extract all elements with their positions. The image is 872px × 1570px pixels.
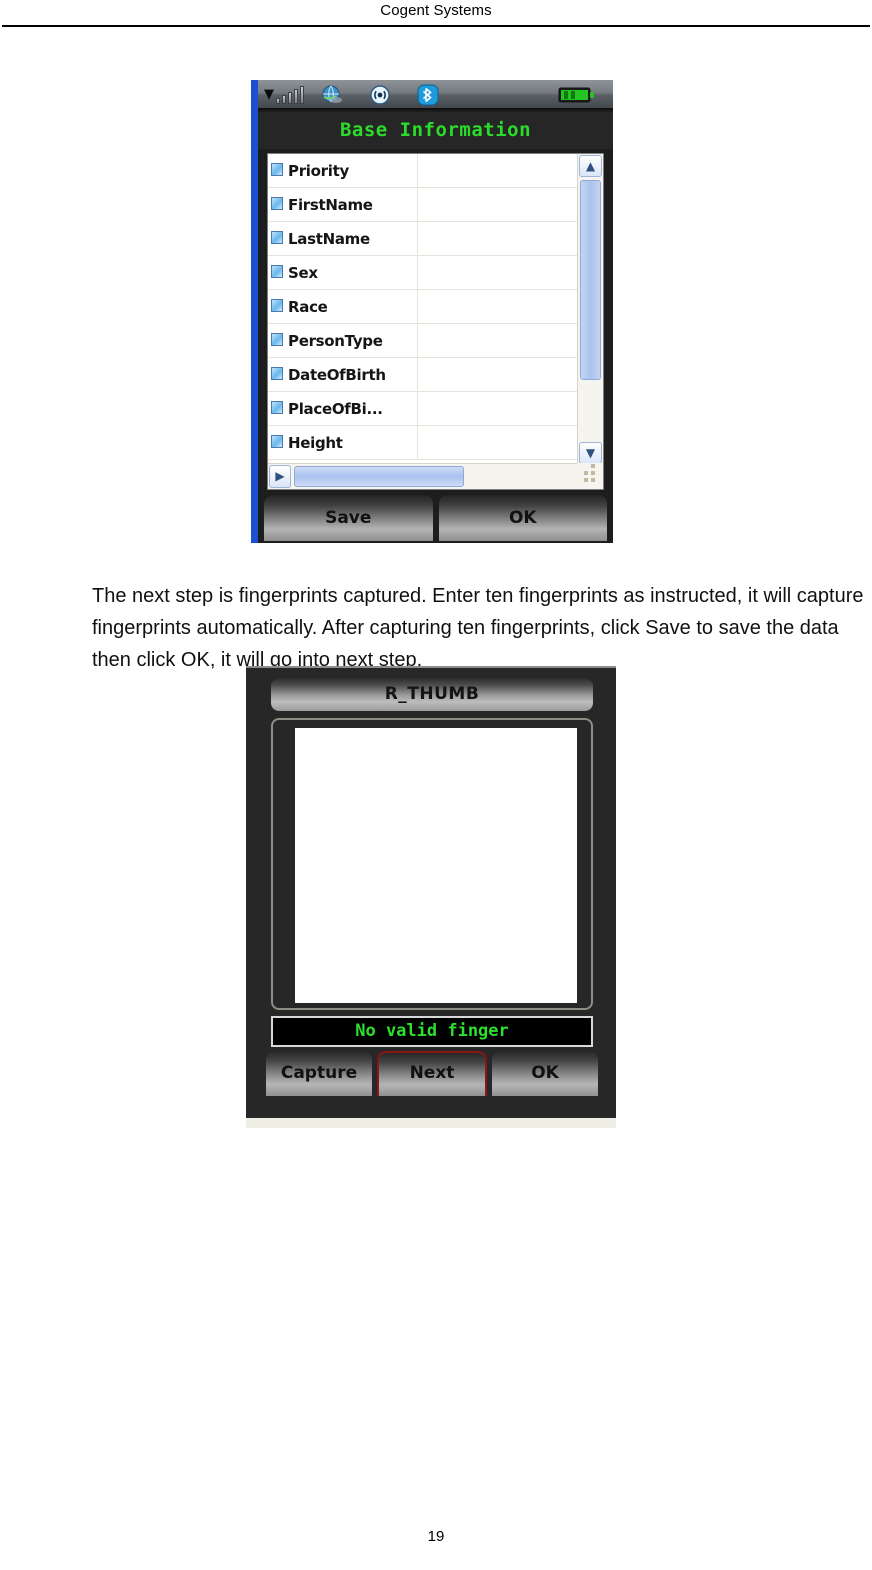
table-row[interactable]: Priority: [268, 154, 578, 188]
ok-button[interactable]: OK: [438, 495, 607, 541]
row-value-cell[interactable]: [418, 188, 578, 221]
vertical-scrollbar-thumb[interactable]: [580, 180, 601, 380]
save-button[interactable]: Save: [264, 495, 433, 541]
wireless-radio-icon: [368, 84, 392, 106]
fingerprint-image-area[interactable]: [295, 728, 577, 1003]
table-row[interactable]: LastName: [268, 222, 578, 256]
row-value-cell[interactable]: [418, 256, 578, 289]
horizontal-scrollbar-thumb[interactable]: [294, 466, 464, 487]
row-label-cell: Race: [268, 290, 418, 323]
field-name: Race: [288, 297, 328, 316]
row-value-cell[interactable]: [418, 426, 578, 459]
row-value-cell[interactable]: [418, 222, 578, 255]
note-icon: [271, 265, 286, 280]
note-icon: [271, 333, 286, 348]
table-row[interactable]: PersonType: [268, 324, 578, 358]
fingerprint-preview-frame: [271, 718, 593, 1010]
fingerprint-button-bar: Capture Next OK: [266, 1051, 598, 1096]
field-name: Height: [288, 433, 343, 452]
header-rule: [2, 25, 870, 27]
base-information-grid[interactable]: Priority FirstName LastName Sex Race Per…: [267, 153, 604, 490]
field-name: DateOfBirth: [288, 365, 386, 384]
vertical-scrollbar[interactable]: ▲ ▼: [577, 154, 603, 465]
device-status-bar: ▼: [258, 80, 613, 110]
screen-title-bar: Base Information: [258, 112, 613, 149]
screenshot-fingerprint-capture: R_THUMB No valid finger Capture Next OK: [246, 666, 616, 1128]
row-label-cell: DateOfBirth: [268, 358, 418, 391]
field-name: PersonType: [288, 331, 383, 350]
ok-button[interactable]: OK: [492, 1051, 598, 1096]
table-row[interactable]: PlaceOfBi...: [268, 392, 578, 426]
screen-title: Base Information: [339, 119, 532, 141]
grid-row-list: Priority FirstName LastName Sex Race Per…: [268, 154, 578, 460]
scroll-up-icon[interactable]: ▲: [579, 155, 602, 177]
row-value-cell[interactable]: [418, 358, 578, 391]
battery-icon: [558, 87, 596, 103]
field-name: Sex: [288, 263, 318, 282]
row-value-cell[interactable]: [418, 324, 578, 357]
note-icon: [271, 401, 286, 416]
device-bottom-edge: [246, 1118, 616, 1128]
row-value-cell[interactable]: [418, 154, 578, 187]
row-label-cell: PlaceOfBi...: [268, 392, 418, 425]
field-name: LastName: [288, 229, 370, 248]
table-row[interactable]: Sex: [268, 256, 578, 290]
scroll-right-icon[interactable]: ▶: [269, 465, 291, 488]
row-value-cell[interactable]: [418, 290, 578, 323]
row-label-cell: PersonType: [268, 324, 418, 357]
scroll-down-icon[interactable]: ▼: [579, 442, 602, 464]
table-row[interactable]: FirstName: [268, 188, 578, 222]
base-information-button-bar: Save OK: [264, 495, 607, 541]
document-header: Cogent Systems: [0, 0, 872, 28]
finger-position-title: R_THUMB: [271, 678, 593, 711]
instruction-paragraph: The next step is fingerprints captured. …: [92, 585, 864, 671]
note-icon: [271, 163, 286, 178]
row-label-cell: FirstName: [268, 188, 418, 221]
status-badge: No valid finger: [271, 1016, 593, 1047]
field-name: PlaceOfBi...: [288, 399, 383, 418]
signal-strength-icon: ▼: [264, 84, 306, 106]
capture-button[interactable]: Capture: [266, 1051, 372, 1096]
table-row[interactable]: DateOfBirth: [268, 358, 578, 392]
row-label-cell: Height: [268, 426, 418, 459]
row-label-cell: Priority: [268, 154, 418, 187]
network-globe-icon: [320, 84, 344, 106]
table-row[interactable]: Race: [268, 290, 578, 324]
row-label-cell: Sex: [268, 256, 418, 289]
note-icon: [271, 299, 286, 314]
status-message: No valid finger: [355, 1021, 509, 1041]
row-label-cell: LastName: [268, 222, 418, 255]
note-icon: [271, 367, 286, 382]
screenshot-base-information: ▼ Base Information Priority FirstName La…: [258, 80, 613, 543]
resize-grip-icon: [577, 463, 603, 489]
page-number: 19: [427, 1528, 445, 1545]
field-name: FirstName: [288, 195, 373, 214]
note-icon: [271, 435, 286, 450]
row-value-cell[interactable]: [418, 392, 578, 425]
table-row[interactable]: Height: [268, 426, 578, 460]
header-title: Cogent Systems: [380, 2, 492, 19]
next-button[interactable]: Next: [377, 1051, 487, 1096]
bluetooth-icon: [416, 84, 440, 106]
note-icon: [271, 197, 286, 212]
note-icon: [271, 231, 286, 246]
field-name: Priority: [288, 161, 349, 180]
device-left-edge: [251, 80, 258, 543]
horizontal-scrollbar[interactable]: ◀ ▶: [268, 463, 579, 489]
